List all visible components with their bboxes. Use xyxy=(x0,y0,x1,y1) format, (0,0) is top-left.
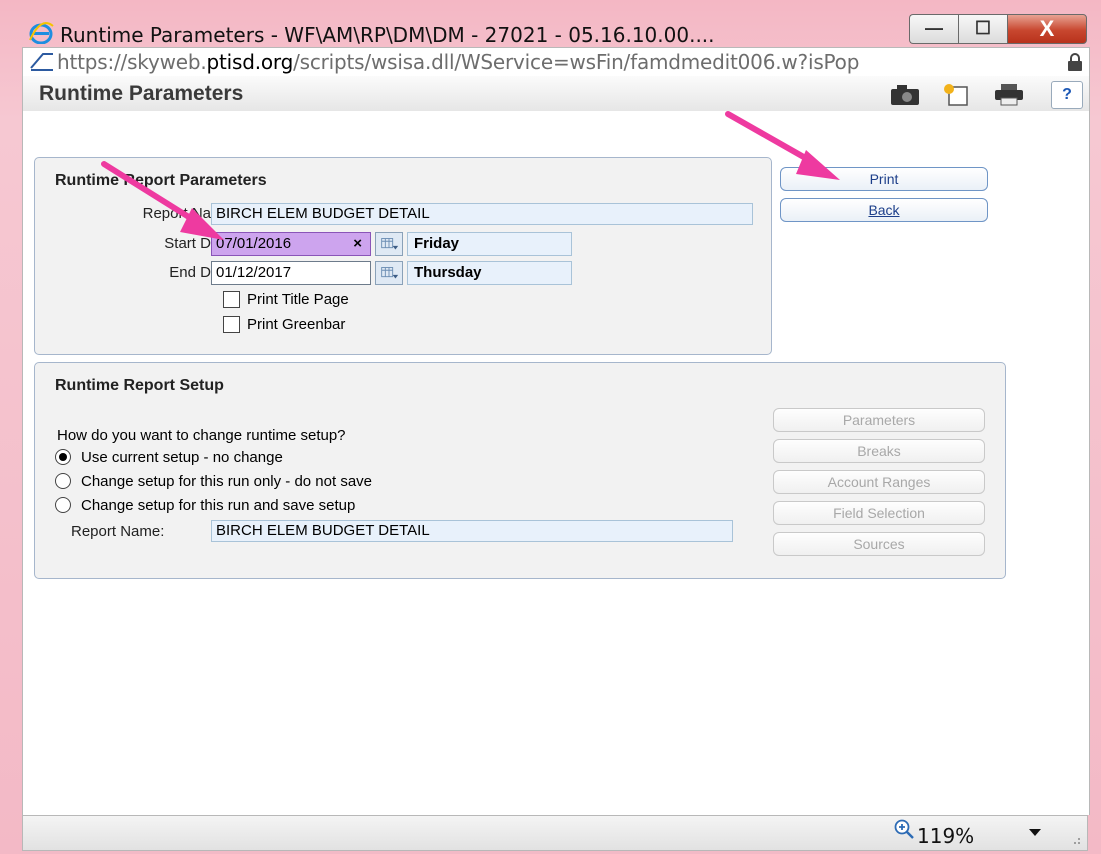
maximize-button[interactable]: ☐ xyxy=(958,14,1007,44)
window-title: Runtime Parameters - WF\AM\RP\DM\DM - 27… xyxy=(60,23,715,47)
window-controls: — ☐ X xyxy=(909,14,1087,44)
close-icon: X xyxy=(1039,16,1055,41)
setup-report-name-field: BIRCH ELEM BUDGET DETAIL xyxy=(211,520,733,542)
start-date-calendar-icon[interactable] xyxy=(375,232,403,256)
setup-report-name-label: Report Name: xyxy=(71,523,165,540)
camera-icon[interactable] xyxy=(883,81,927,107)
printer-icon[interactable] xyxy=(987,81,1031,107)
start-day-field: Friday xyxy=(407,232,572,256)
report-name-field: BIRCH ELEM BUDGET DETAIL xyxy=(211,203,753,225)
radio-label-use-current: Use current setup - no change xyxy=(81,449,283,466)
header-toolbar: ? xyxy=(873,78,1085,109)
address-bar[interactable]: https://skyweb.ptisd.org/scripts/wsisa.d… xyxy=(22,47,1090,77)
url-prefix: https://skyweb. xyxy=(57,50,207,74)
annotation-arrow-start-date xyxy=(101,161,224,240)
start-date-input[interactable]: 07/01/2016 × xyxy=(211,232,371,256)
minimize-icon: — xyxy=(925,18,943,38)
account-ranges-button[interactable]: Account Ranges xyxy=(773,470,985,494)
breaks-button[interactable]: Breaks xyxy=(773,439,985,463)
url-suffix: /scripts/wsisa.dll/WService=wsFin/famdme… xyxy=(293,50,860,74)
resize-grip-icon[interactable] xyxy=(1071,835,1081,845)
setup-question: How do you want to change runtime setup? xyxy=(57,427,346,444)
zoom-level[interactable]: 119% xyxy=(917,824,974,848)
zoom-icon[interactable] xyxy=(893,818,915,840)
radio-use-current-setup[interactable] xyxy=(55,449,71,465)
minimize-button[interactable]: — xyxy=(909,14,958,44)
sky-logo-icon xyxy=(29,52,55,72)
field-selection-button[interactable]: Field Selection xyxy=(773,501,985,525)
end-date-input[interactable]: 01/12/2017 xyxy=(211,261,371,285)
new-document-icon[interactable] xyxy=(935,81,979,107)
setup-section-title: Runtime Report Setup xyxy=(55,377,224,394)
clear-date-icon[interactable]: × xyxy=(353,233,362,255)
annotation-arrow-print xyxy=(725,111,840,180)
end-date-value: 01/12/2017 xyxy=(216,264,292,281)
lock-icon[interactable] xyxy=(1067,53,1083,71)
end-date-calendar-icon[interactable] xyxy=(375,261,403,285)
print-greenbar-label: Print Greenbar xyxy=(247,316,346,333)
radio-label-change-and-save: Change setup for this run and save setup xyxy=(81,497,356,514)
back-button[interactable]: Back xyxy=(780,198,988,222)
url-text[interactable]: https://skyweb.ptisd.org/scripts/wsisa.d… xyxy=(57,50,859,74)
runtime-report-setup-panel: Runtime Report Setup How do you want to … xyxy=(34,362,1006,579)
print-title-page-label: Print Title Page xyxy=(247,291,349,308)
end-day-field: Thursday xyxy=(407,261,572,285)
sources-button[interactable]: Sources xyxy=(773,532,985,556)
help-button[interactable]: ? xyxy=(1051,81,1083,109)
close-button[interactable]: X xyxy=(1007,14,1087,44)
zoom-dropdown-icon[interactable] xyxy=(1029,829,1041,836)
page-header: Runtime Parameters ? xyxy=(22,76,1090,112)
url-domain: ptisd.org xyxy=(206,50,294,74)
radio-change-this-run[interactable] xyxy=(55,473,71,489)
title-bar[interactable]: Runtime Parameters - WF\AM\RP\DM\DM - 27… xyxy=(0,0,1101,47)
browser-window: Runtime Parameters - WF\AM\RP\DM\DM - 27… xyxy=(0,0,1101,854)
page-title: Runtime Parameters xyxy=(39,82,244,105)
parameters-button[interactable]: Parameters xyxy=(773,408,985,432)
print-greenbar-checkbox[interactable] xyxy=(223,316,240,333)
radio-change-and-save[interactable] xyxy=(55,497,71,513)
print-title-page-checkbox[interactable] xyxy=(223,291,240,308)
maximize-icon: ☐ xyxy=(974,18,992,38)
radio-label-change-this-run: Change setup for this run only - do not … xyxy=(81,473,373,490)
status-bar: 119% xyxy=(22,815,1088,851)
internet-explorer-icon xyxy=(29,22,54,44)
